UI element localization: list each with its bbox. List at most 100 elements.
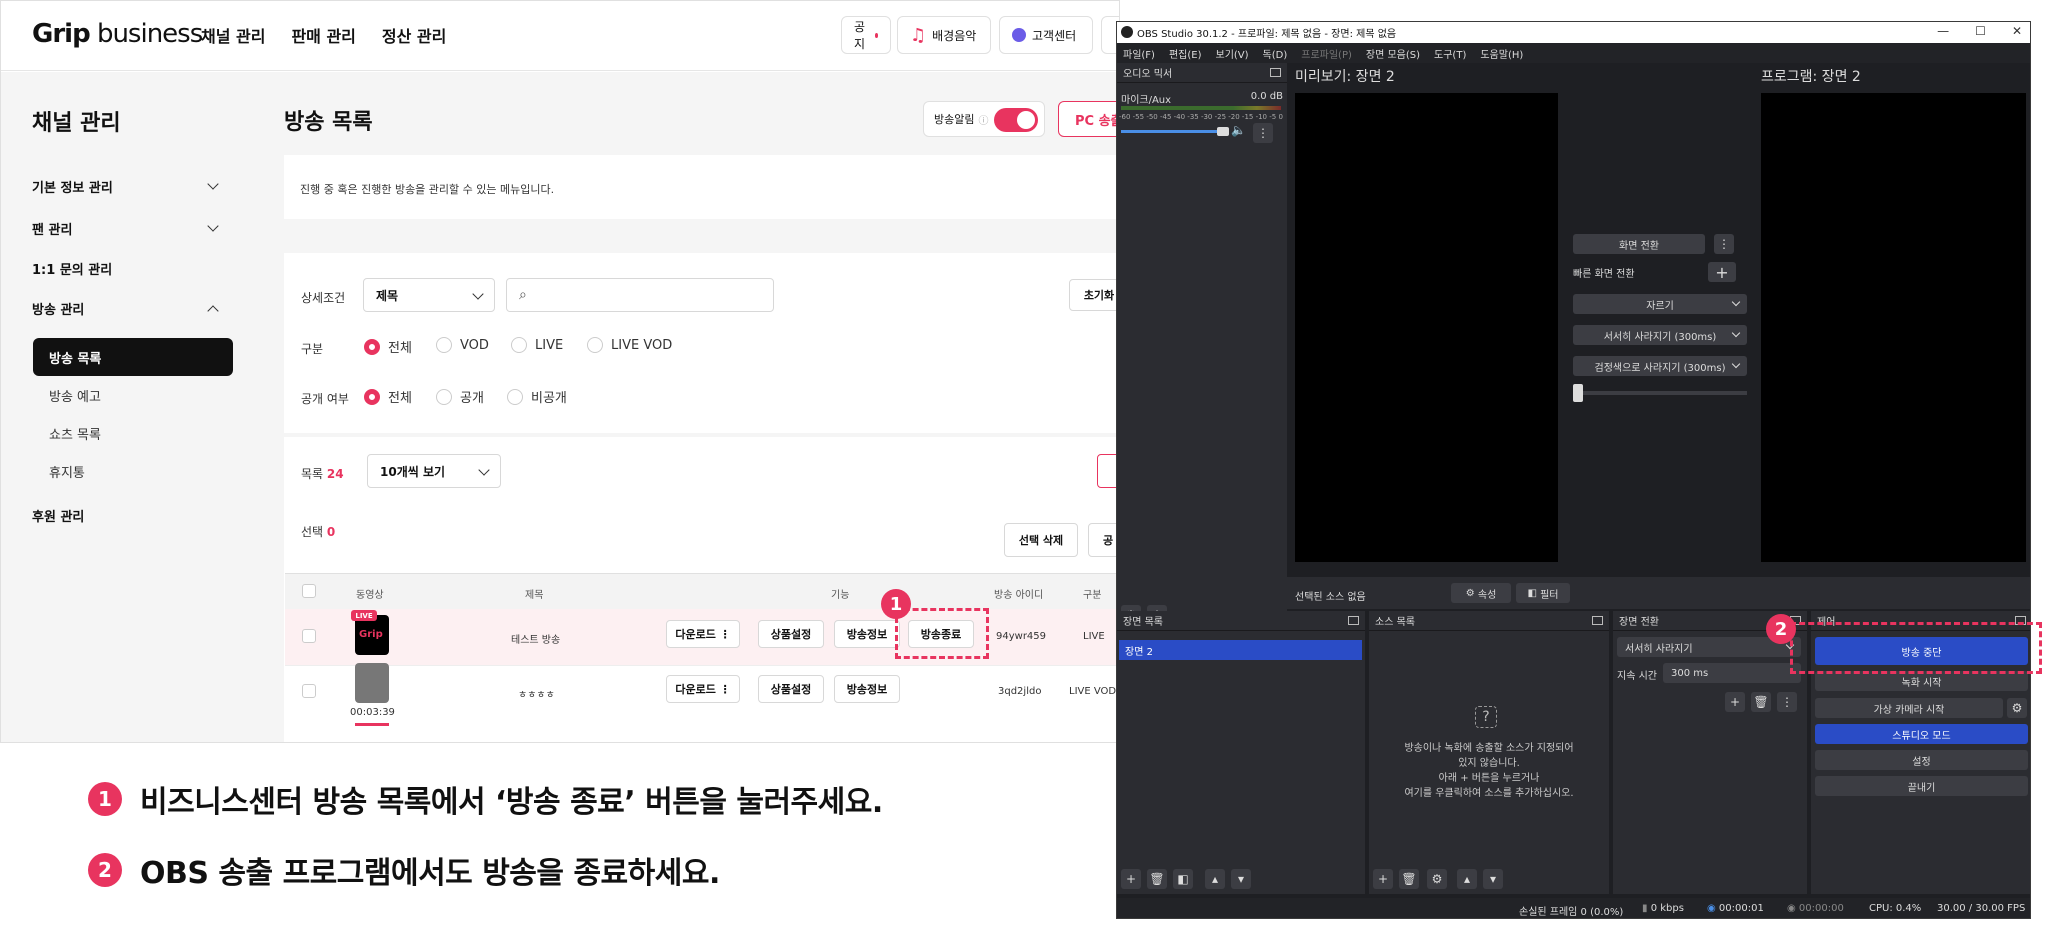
nav-settlement[interactable]: 정산 관리 (382, 23, 446, 47)
sidebar-item-broadcast[interactable]: 방송 관리 (32, 299, 219, 318)
move-up-icon[interactable]: ▴ (1205, 869, 1225, 889)
search-input[interactable]: ⌕ (506, 278, 774, 312)
per-page-select[interactable]: 10개씩 보기 (367, 454, 501, 488)
menu-scene-collection[interactable]: 장면 모음(S) (1366, 46, 1420, 61)
reset-button[interactable]: 초기화 (1069, 279, 1119, 311)
move-down-icon[interactable]: ▾ (1231, 869, 1251, 889)
virtual-camera-settings-icon[interactable]: ⚙ (2007, 698, 2027, 718)
sidebar-sub-trash[interactable]: 휴지통 (33, 452, 233, 490)
radio-public-private[interactable]: 비공개 (507, 387, 567, 406)
select-all-checkbox[interactable] (302, 584, 316, 598)
move-up-icon[interactable]: ▴ (1457, 869, 1477, 889)
transition-more-icon[interactable]: ⋮ (1777, 692, 1797, 712)
settings-button[interactable]: 설정 (1815, 750, 2028, 770)
row-checkbox[interactable] (302, 629, 316, 643)
program-canvas[interactable] (1761, 93, 2026, 562)
sidebar-item-fans[interactable]: 팬 관리 (32, 219, 219, 238)
fade-select[interactable]: 서서히 사라지기 (300ms) (1573, 325, 1747, 345)
radio-public-open[interactable]: 공개 (436, 387, 484, 406)
preview-canvas[interactable] (1295, 93, 1558, 562)
row-duration: 00:03:39 (350, 707, 395, 718)
broadcast-info-button[interactable]: 방송정보 (834, 620, 900, 648)
transition-menu-icon[interactable]: ⋮ (1714, 234, 1734, 254)
grip-logo[interactable]: Grip business (32, 19, 203, 49)
sidebar-sub-broadcast-preview[interactable]: 방송 예고 (33, 376, 233, 414)
broadcast-alarm-toggle[interactable]: 방송알림 ⓘ (923, 101, 1045, 137)
speaker-icon[interactable]: 🔈 (1231, 123, 1246, 137)
menu-view[interactable]: 보기(V) (1216, 46, 1249, 61)
tbar-handle[interactable] (1573, 384, 1583, 402)
download-button[interactable]: 다운로드 ⋮ (666, 675, 740, 703)
radio-type-vod[interactable]: VOD (436, 337, 489, 353)
exit-button[interactable]: 끝내기 (1815, 776, 2028, 796)
minimize-icon[interactable]: — (1937, 24, 1949, 38)
radio-type-live-vod[interactable]: LIVE VOD (587, 337, 672, 353)
trash-icon[interactable]: 🗑 (1147, 869, 1167, 889)
start-virtual-camera-button[interactable]: 가상 카메라 시작 (1815, 698, 2003, 718)
studio-mode-button[interactable]: 스튜디오 모드 (1815, 724, 2028, 744)
tbar-track[interactable] (1573, 391, 1747, 395)
music-button[interactable]: ♫ 배경음악 (897, 16, 991, 54)
fade-black-select[interactable]: 검정색으로 사라지기 (300ms) (1573, 356, 1747, 376)
radio-type-live[interactable]: LIVE (511, 337, 563, 353)
sidebar-sub-broadcast-list[interactable]: 방송 목록 (33, 338, 233, 376)
menu-tools[interactable]: 도구(T) (1434, 46, 1466, 61)
alarm-switch[interactable] (994, 108, 1038, 132)
sidebar-item-basic-info[interactable]: 기본 정보 관리 (32, 177, 219, 196)
volume-handle[interactable] (1217, 127, 1229, 136)
properties-button[interactable]: ⚙ 속성 (1451, 583, 1511, 603)
maximize-icon[interactable]: ☐ (1975, 24, 1986, 38)
stream-time: ◉ 00:00:01 (1707, 903, 1764, 914)
nav-sales[interactable]: 판매 관리 (291, 23, 355, 47)
add-quick-transition-icon[interactable]: + (1708, 262, 1736, 282)
source-settings-icon[interactable]: ⚙ (1427, 869, 1447, 889)
menu-help[interactable]: 도움말(H) (1480, 46, 1523, 61)
mic-db: 0.0 dB (1250, 91, 1283, 102)
menu-file[interactable]: 파일(F) (1123, 46, 1155, 61)
menu-dock[interactable]: 독(D) (1263, 46, 1288, 61)
video-thumbnail[interactable] (355, 663, 389, 703)
mixer-menu-icon[interactable]: ⋮ (1253, 123, 1273, 143)
filters-button[interactable]: ◧ 필터 (1516, 583, 1570, 603)
audio-mixer-header: 오디오 믹서 (1117, 63, 1287, 83)
move-down-icon[interactable]: ▾ (1483, 869, 1503, 889)
transitions-dock: 장면 전환 서서히 사라지기 지속 시간 300 ms + 🗑 ⋮ (1613, 611, 1807, 894)
video-thumbnail[interactable]: Grip (355, 615, 389, 655)
support-button[interactable]: 고객센터 (999, 16, 1093, 54)
step-number: 1 (88, 782, 122, 816)
trash-icon[interactable]: 🗑 (1399, 869, 1419, 889)
volume-slider[interactable] (1121, 130, 1223, 133)
delete-selected-button[interactable]: 선택 삭제 (1004, 523, 1078, 557)
detail-label: 상세조건 (301, 291, 346, 305)
scene-item[interactable]: 장면 2 (1119, 640, 1362, 660)
row-divider (285, 665, 1119, 666)
menu-edit[interactable]: 편집(E) (1169, 46, 1202, 61)
notice-button[interactable]: 공지 (841, 16, 891, 54)
start-recording-button[interactable]: 녹화 시작 (1815, 671, 2028, 691)
pc-stream-button[interactable]: PC 송출 (1058, 101, 1119, 137)
add-transition-icon[interactable]: + (1725, 692, 1745, 712)
row-checkbox[interactable] (302, 684, 316, 698)
detail-select[interactable]: 제목 (363, 278, 495, 312)
product-settings-button[interactable]: 상품설정 (758, 675, 824, 703)
add-scene-icon[interactable]: + (1121, 869, 1141, 889)
sidebar-sub-shorts[interactable]: 쇼츠 목록 (33, 414, 233, 452)
product-settings-button[interactable]: 상품설정 (758, 620, 824, 648)
nav-channel[interactable]: 채널 관리 (201, 23, 265, 47)
scene-filter-icon[interactable]: ◧ (1173, 869, 1193, 889)
duration-input[interactable]: 300 ms (1663, 663, 1801, 683)
sidebar-item-inquiry[interactable]: 1:1 문의 관리 (32, 259, 217, 278)
obs-menu-bar: 파일(F) 편집(E) 보기(V) 독(D) 프로파일(P) 장면 모음(S) … (1117, 43, 2030, 63)
chat-icon (1012, 28, 1026, 42)
download-button[interactable]: 다운로드 ⋮ (666, 620, 740, 648)
trash-icon[interactable]: 🗑 (1751, 692, 1771, 712)
sidebar-item-donation[interactable]: 후원 관리 (32, 506, 217, 525)
menu-profile[interactable]: 프로파일(P) (1301, 46, 1352, 61)
cut-select[interactable]: 자르기 (1573, 294, 1747, 314)
radio-type-all[interactable]: 전체 (364, 337, 412, 356)
radio-public-all[interactable]: 전체 (364, 387, 412, 406)
transition-button[interactable]: 화면 전환 (1573, 234, 1705, 254)
close-icon[interactable]: ✕ (2012, 24, 2022, 38)
broadcast-info-button[interactable]: 방송정보 (834, 675, 900, 703)
add-source-icon[interactable]: + (1373, 869, 1393, 889)
